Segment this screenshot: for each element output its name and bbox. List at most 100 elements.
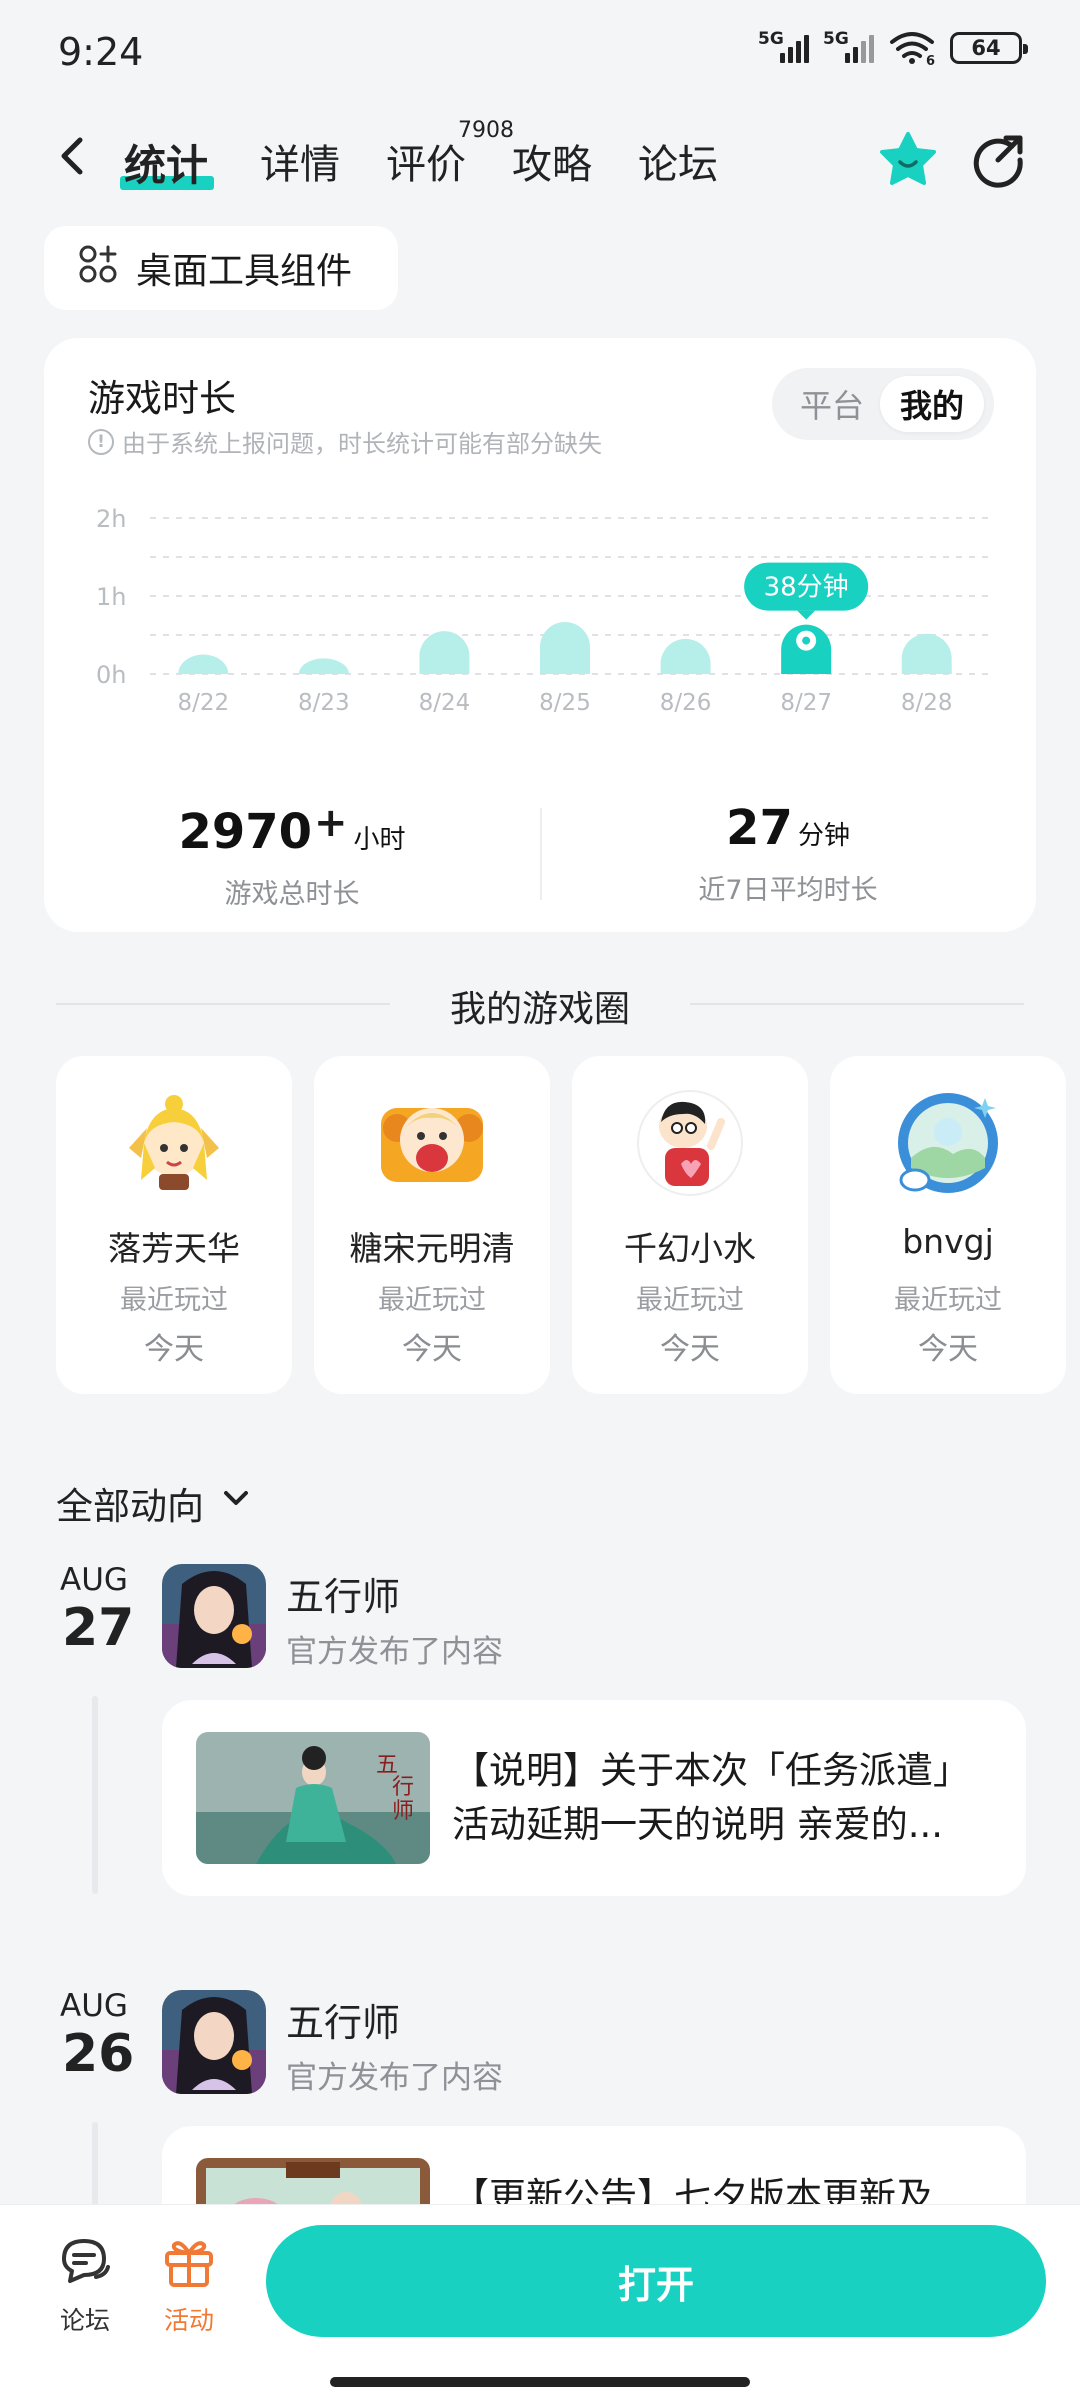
cell-signal-icon: 5G bbox=[758, 29, 809, 63]
y-tick-label: 0h bbox=[96, 661, 126, 689]
gift-icon bbox=[160, 2233, 218, 2291]
entry-month: AUG bbox=[60, 1988, 128, 2024]
x-tick-label: 8/24 bbox=[419, 690, 471, 716]
entry-month: AUG bbox=[60, 1562, 128, 1598]
status-time: 9:24 bbox=[58, 30, 144, 74]
play-time-card: 游戏时长 ! 由于系统上报问题，时长统计可能有部分缺失 平台 我的 0h 1h 2h… bbox=[44, 338, 1036, 932]
avg-time-stat: 27 分钟 近7日平均时长 bbox=[540, 800, 1036, 907]
friend-name: bnvgj bbox=[902, 1222, 994, 1261]
x-tick-label: 8/26 bbox=[660, 690, 712, 716]
widget-button-label: 桌面工具组件 bbox=[136, 251, 353, 292]
frame-avatar-icon bbox=[893, 1088, 1003, 1198]
friend-name: 千幻小水 bbox=[624, 1229, 756, 1268]
tooltip-label: 38分钟 bbox=[764, 573, 849, 603]
friend-day: 今天 bbox=[918, 1332, 978, 1367]
back-icon[interactable] bbox=[52, 134, 96, 178]
battery-icon: 64 bbox=[950, 32, 1028, 64]
total-time-unit: 小时 bbox=[353, 825, 406, 855]
tab-details[interactable]: 详情 bbox=[260, 132, 340, 190]
post-card[interactable]: 五 行 师 【说明】关于本次「任务派遣」活动延期一天的说明 亲爱的... bbox=[162, 1700, 1026, 1896]
top-navigation: 统计 详情 评价 7908 攻略 论坛 bbox=[0, 112, 1080, 208]
network-type-label: 5G bbox=[758, 29, 784, 49]
friend-card[interactable]: 落芳天华 最近玩过 今天 bbox=[56, 1056, 292, 1394]
x-tick-label: 8/25 bbox=[539, 690, 591, 716]
friend-card[interactable]: 糖宋元明清 最近玩过 今天 bbox=[314, 1056, 550, 1394]
cell-signal-2-icon: 5G bbox=[823, 29, 874, 63]
toggle-platform[interactable]: 平台 bbox=[780, 376, 884, 432]
friend-recent: 最近玩过 bbox=[636, 1285, 744, 1316]
chart-bar bbox=[901, 633, 952, 674]
friend-day: 今天 bbox=[144, 1332, 204, 1367]
friend-card[interactable]: 千幻小水 最近玩过 今天 bbox=[572, 1056, 808, 1394]
svg-text:6: 6 bbox=[926, 54, 935, 66]
status-icons: 5G 5G 6 64 bbox=[758, 29, 1028, 69]
friend-recent: 最近玩过 bbox=[120, 1285, 228, 1316]
y-tick-label: 1h bbox=[96, 583, 126, 611]
x-tick-label: 8/22 bbox=[177, 690, 229, 716]
chevron-down-icon bbox=[218, 1481, 254, 1526]
entry-day: 27 bbox=[62, 1598, 135, 1658]
feed-filter-dropdown[interactable]: 全部动向 bbox=[56, 1476, 254, 1530]
game-circle-title: 我的游戏圈 bbox=[449, 989, 630, 1030]
timeline-line bbox=[92, 1696, 98, 1894]
total-time-stat: 2970+ 小时 游戏总时长 bbox=[44, 800, 540, 911]
avg-time-value: 27 bbox=[726, 800, 793, 856]
game-app-icon[interactable] bbox=[162, 1564, 266, 1668]
svg-text:行: 行 bbox=[392, 1775, 414, 1800]
timeline-line bbox=[92, 2122, 98, 2212]
forum-chat-icon bbox=[56, 2233, 114, 2291]
feed-filter-label: 全部动向 bbox=[56, 1485, 204, 1528]
chart-bar bbox=[540, 622, 590, 674]
entry-game-name[interactable]: 五行师 bbox=[286, 1566, 400, 1621]
battery-level: 64 bbox=[971, 36, 1001, 60]
entry-subtitle: 官方发布了内容 bbox=[286, 2060, 503, 2096]
forum-nav-button[interactable]: 论坛 bbox=[40, 2233, 130, 2337]
reviews-count-badge: 7908 bbox=[458, 118, 514, 143]
card-note-text: 由于系统上报问题，时长统计可能有部分缺失 bbox=[122, 430, 602, 458]
share-icon[interactable] bbox=[968, 130, 1028, 190]
card-title: 游戏时长 bbox=[88, 377, 236, 420]
svg-text:师: 师 bbox=[392, 1799, 414, 1824]
desktop-widget-button[interactable]: 桌面工具组件 bbox=[44, 226, 398, 310]
tab-reviews[interactable]: 评价 bbox=[386, 132, 466, 190]
bottom-action-bar: 论坛 活动 打开 bbox=[0, 2204, 1080, 2400]
friend-recent: 最近玩过 bbox=[378, 1285, 486, 1316]
friend-name: 落芳天华 bbox=[108, 1229, 240, 1268]
tab-forum[interactable]: 论坛 bbox=[638, 132, 718, 190]
avg-time-unit: 分钟 bbox=[797, 821, 850, 851]
post-text: 【说明】关于本次「任务派遣」活动延期一天的说明 亲爱的... bbox=[452, 1749, 970, 1846]
chart-bar bbox=[660, 638, 711, 674]
chart-bar bbox=[178, 654, 229, 674]
home-indicator bbox=[330, 2377, 750, 2387]
info-icon: ! bbox=[88, 428, 114, 455]
entry-game-name[interactable]: 五行师 bbox=[286, 1992, 400, 2047]
total-time-label: 游戏总时长 bbox=[224, 879, 360, 910]
card-note: ! 由于系统上报问题，时长统计可能有部分缺失 bbox=[88, 424, 602, 459]
tooltip-pointer bbox=[797, 610, 816, 620]
avg-time-label: 近7日平均时长 bbox=[698, 875, 878, 906]
toggle-mine[interactable]: 我的 bbox=[880, 376, 984, 432]
activity-label: 活动 bbox=[163, 2306, 214, 2335]
forum-label: 论坛 bbox=[59, 2306, 110, 2335]
activity-nav-button[interactable]: 活动 bbox=[144, 2233, 234, 2337]
network-type-2-label: 5G bbox=[823, 29, 849, 49]
y-tick-label: 2h bbox=[96, 505, 126, 533]
crayon-kid-avatar-icon bbox=[635, 1088, 745, 1198]
post-thumbnail: 五 行 师 bbox=[196, 1732, 430, 1864]
x-tick-label: 8/28 bbox=[901, 690, 953, 716]
tab-stats[interactable]: 统计 bbox=[124, 132, 208, 193]
friend-name: 糖宋元明清 bbox=[349, 1229, 515, 1268]
x-tick-label: 8/23 bbox=[298, 690, 350, 716]
entry-subtitle: 官方发布了内容 bbox=[286, 1634, 503, 1670]
total-time-value: 2970 bbox=[178, 804, 313, 860]
highlight-dot-center bbox=[802, 636, 811, 645]
x-tick-label: 8/27 bbox=[780, 690, 832, 716]
anime-avatar-icon bbox=[119, 1088, 229, 1198]
open-game-button[interactable]: 打开 bbox=[266, 2225, 1046, 2337]
friend-day: 今天 bbox=[660, 1332, 720, 1367]
game-app-icon[interactable] bbox=[162, 1990, 266, 2094]
friend-card[interactable]: bnvgj 最近玩过 今天 bbox=[830, 1056, 1066, 1394]
tab-guides[interactable]: 攻略 bbox=[512, 132, 592, 190]
data-source-toggle[interactable]: 平台 我的 bbox=[772, 368, 994, 440]
favorite-star-icon[interactable] bbox=[878, 130, 938, 190]
